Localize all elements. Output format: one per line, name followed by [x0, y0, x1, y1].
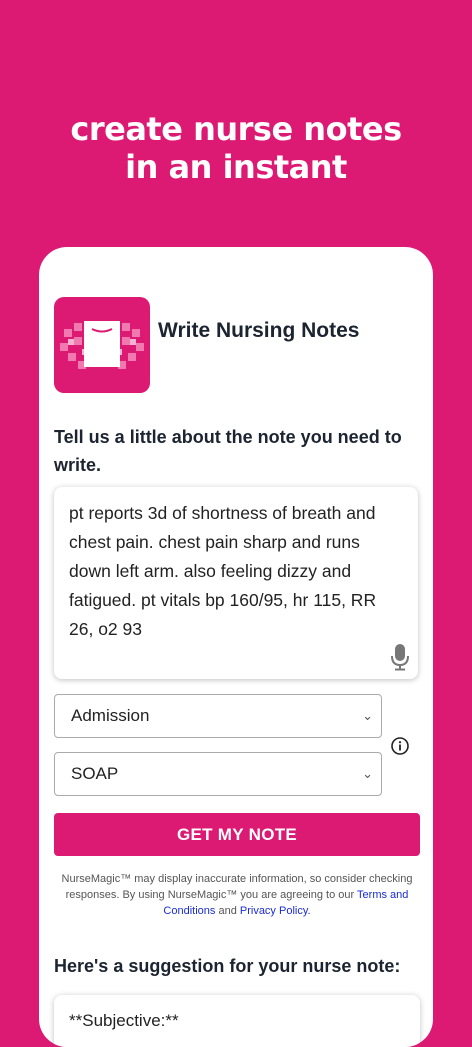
note-type-select[interactable]: Admission ⌄ — [54, 694, 382, 738]
microphone-icon[interactable] — [390, 643, 410, 671]
hero-line-2: in an instant — [125, 148, 347, 186]
form-prompt: Tell us a little about the note you need… — [54, 427, 402, 475]
disclaimer-and: and — [218, 905, 237, 917]
note-format-value: SOAP — [71, 764, 119, 783]
info-icon[interactable] — [391, 737, 409, 755]
phone-card: Write Nursing Notes Tell us a little abo… — [39, 247, 433, 1047]
chevron-down-icon: ⌄ — [362, 766, 373, 781]
nursemagic-logo-icon — [54, 297, 150, 393]
suggested-note-text: **Subjective:** — [69, 1011, 179, 1030]
suggested-note-box: **Subjective:** — [54, 995, 420, 1047]
note-format-select[interactable]: SOAP ⌄ — [54, 752, 382, 796]
note-type-value: Admission — [71, 706, 150, 725]
app-title: Write Nursing Notes — [158, 319, 360, 342]
get-my-note-button[interactable]: GET MY NOTE — [54, 813, 420, 856]
disclaimer: NurseMagic™ may display inaccurate infor… — [54, 871, 420, 919]
note-details-input[interactable]: pt reports 3d of shortness of breath and… — [54, 487, 418, 679]
chevron-down-icon: ⌄ — [362, 708, 373, 723]
privacy-policy-link[interactable]: Privacy Policy. — [240, 905, 311, 917]
note-details-text: pt reports 3d of shortness of breath and… — [69, 503, 377, 639]
hero-headline: create nurse notes in an instant — [0, 110, 472, 186]
hero-line-1: create nurse notes — [70, 110, 402, 148]
suggestion-heading: Here's a suggestion for your nurse note: — [54, 956, 401, 976]
